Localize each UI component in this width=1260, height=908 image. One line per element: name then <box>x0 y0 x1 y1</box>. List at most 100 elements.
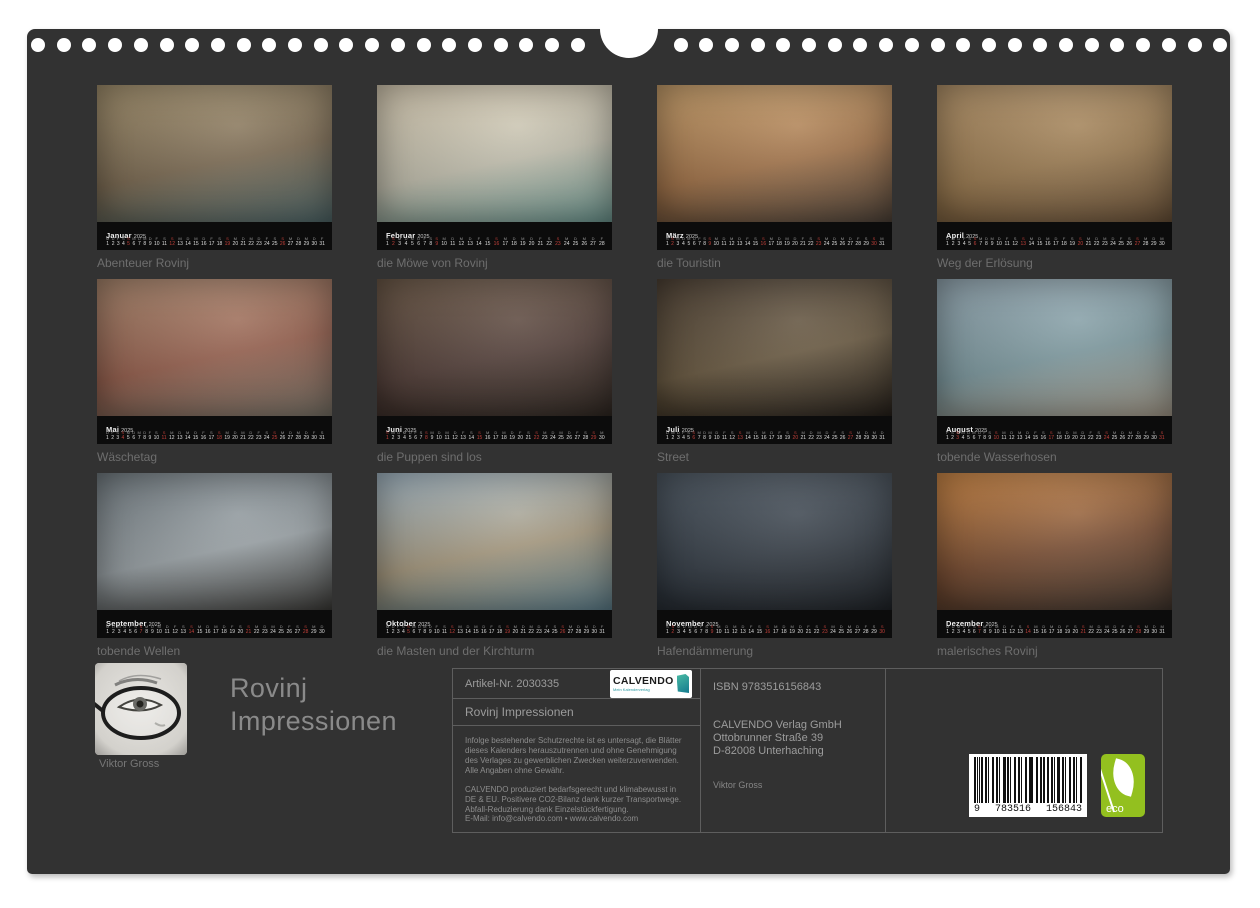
mini-day: D18 <box>781 624 787 635</box>
author-photo-sketch <box>95 663 187 755</box>
mini-day: D9 <box>149 236 152 247</box>
mini-day: S18 <box>217 236 223 247</box>
mini-day: S24 <box>264 430 270 441</box>
mini-day: S2 <box>392 236 395 247</box>
punch-hole <box>365 38 379 52</box>
mini-day: S28 <box>583 430 589 441</box>
month-cell: März2025 S1S2M3D4M5D6F7S8S9M10D11M12D13F… <box>657 85 892 270</box>
mini-day: D15 <box>1037 236 1043 247</box>
mini-day: D11 <box>721 236 726 247</box>
mini-day: D23 <box>262 624 268 635</box>
mini-day: S22 <box>534 430 540 441</box>
punch-hole <box>468 38 482 52</box>
mini-day: S31 <box>319 430 325 441</box>
mini-day: M10 <box>716 624 722 635</box>
mini-day: S13 <box>181 624 187 635</box>
mini-day: D22 <box>808 430 814 441</box>
mini-day: D19 <box>1064 430 1070 441</box>
mini-day: D27 <box>855 624 861 635</box>
mini-day: M22 <box>528 624 534 635</box>
month-photo <box>377 279 612 416</box>
mini-day: D16 <box>201 236 207 247</box>
mini-day: F31 <box>319 236 325 247</box>
mini-day: D27 <box>848 236 854 247</box>
mini-day: F31 <box>599 624 605 635</box>
mini-day: M24 <box>1104 624 1110 635</box>
calendar-title: Rovinj Impressionen <box>230 672 397 738</box>
mini-day: M15 <box>1033 624 1039 635</box>
mini-day: F27 <box>575 430 581 441</box>
mini-day: F24 <box>544 624 550 635</box>
mini-day: S15 <box>753 236 759 247</box>
mini-day: F26 <box>287 624 293 635</box>
mini-day: M29 <box>311 624 317 635</box>
mini-day: F4 <box>682 430 685 441</box>
mini-day: S2 <box>671 236 674 247</box>
mini-day: D29 <box>303 430 309 441</box>
calendar-title-line2: Impressionen <box>230 706 397 736</box>
mini-day: S11 <box>442 624 447 635</box>
mini-day: M3 <box>676 236 679 247</box>
mini-day: S30 <box>871 236 877 247</box>
mini-day: M10 <box>994 624 1000 635</box>
mini-day: S14 <box>1025 624 1031 635</box>
calvendo-logo-text: CALVENDO Mein Kalenderverlag <box>613 676 674 692</box>
mini-day: F7 <box>698 236 701 247</box>
mini-day: S14 <box>189 624 195 635</box>
mini-day: F25 <box>1118 236 1124 247</box>
mini-day: S13 <box>1017 624 1023 635</box>
mini-day: M30 <box>599 430 605 441</box>
mini-day: S21 <box>526 430 532 441</box>
mini-day: M21 <box>800 430 806 441</box>
mini-day: F28 <box>599 236 605 247</box>
mini-day: S20 <box>1073 624 1079 635</box>
mini-day: M15 <box>473 624 479 635</box>
mini-day: M21 <box>1086 236 1092 247</box>
month-cell: Mai2025 D1F2S3S4M5D6M7D8F9S10S11M12D13M1… <box>97 279 332 464</box>
mini-day: F18 <box>777 430 783 441</box>
eco-leaf-icon <box>1107 758 1140 797</box>
punch-hole <box>828 38 842 52</box>
info-column-barcode: 9 783516 156843 eco <box>886 669 1162 832</box>
mini-day: M19 <box>224 430 230 441</box>
punch-hole <box>160 38 174 52</box>
mini-day: M9 <box>430 430 433 441</box>
month-caption: Abenteuer Rovinj <box>97 256 332 270</box>
mini-day: D30 <box>311 236 317 247</box>
mini-day: M29 <box>1144 624 1150 635</box>
mini-day: M10 <box>156 624 162 635</box>
mini-day: S29 <box>863 236 869 247</box>
mini-day: M12 <box>459 236 465 247</box>
mini-day: M20 <box>1072 430 1078 441</box>
mini-day: D25 <box>573 236 579 247</box>
mini-day: S31 <box>1159 430 1165 441</box>
mini-day: S10 <box>154 430 160 441</box>
eco-label: eco <box>1106 803 1124 815</box>
mini-day: S3 <box>116 430 119 441</box>
barcode-digit-group: 783516 <box>995 804 1031 815</box>
publisher-address: CALVENDO Verlag GmbH Ottobrunner Straße … <box>713 719 873 758</box>
mini-day: S7 <box>978 624 981 635</box>
mini-day: D3 <box>397 430 400 441</box>
mini-day: M18 <box>1056 430 1062 441</box>
mini-day: M31 <box>1159 624 1165 635</box>
mini-day: D23 <box>536 624 542 635</box>
legal-paragraph-eco: CALVENDO produziert bedarfsgerecht und k… <box>465 785 688 815</box>
mini-day: M17 <box>768 236 774 247</box>
mini-day: F14 <box>745 236 751 247</box>
mini-day: F15 <box>1033 430 1039 441</box>
mini-day: M12 <box>732 624 738 635</box>
mini-day: S21 <box>1080 624 1086 635</box>
mini-calendar-days: S1S2M3D4M5D6F7S8S9M10D11M12D13F14S15S16M… <box>666 624 885 635</box>
mini-day: M29 <box>304 236 310 247</box>
mini-day: D4 <box>963 624 966 635</box>
mini-day: S29 <box>591 430 597 441</box>
mini-day: D29 <box>1151 236 1157 247</box>
mini-day: M8 <box>143 236 146 247</box>
article-row: Artikel-Nr. 2030335 CALVENDO Mein Kalend… <box>453 669 700 699</box>
mini-day: F10 <box>154 236 160 247</box>
barcode-digit-group: 9 <box>974 804 980 815</box>
month-caption: die Touristin <box>657 256 892 270</box>
mini-day: S23 <box>816 236 822 247</box>
mini-day: M26 <box>280 430 286 441</box>
